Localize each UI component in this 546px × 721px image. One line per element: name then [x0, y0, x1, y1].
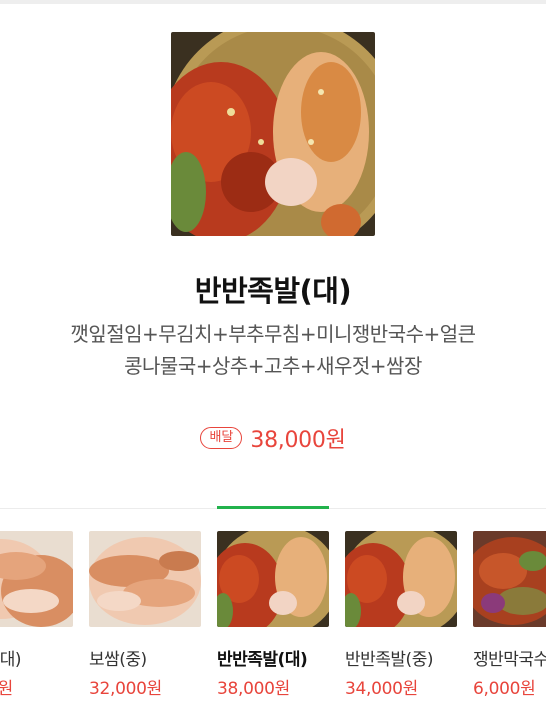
carousel-item-price: 00원 — [0, 679, 13, 699]
carousel-item-price: 32,000원 — [89, 679, 163, 699]
bossam-photo — [0, 531, 73, 627]
menu-carousel[interactable]: (대) 00원 보쌈(중) 32,000원 — [0, 531, 546, 721]
banban-jokbal-photo — [217, 531, 329, 627]
carousel-item-name: 쟁반막국수 — [473, 650, 546, 670]
menu-detail-page: 반반족발(대) 깻잎절임+무김치+부추무침+미니쟁반국수+얼큰 콩나물국+상추+… — [0, 0, 546, 721]
carousel-item-name: 반반족발(중) — [345, 650, 433, 670]
menu-hero-image — [171, 32, 375, 236]
carousel-thumbnail — [345, 531, 457, 627]
carousel-card[interactable]: 보쌈(중) 32,000원 — [89, 531, 201, 699]
carousel-item-name: (대) — [0, 650, 22, 670]
menu-price: 38,000원 — [250, 428, 346, 453]
menu-title: 반반족발(대) — [194, 274, 352, 308]
banban-jokbal-photo — [345, 531, 457, 627]
carousel-card[interactable]: 반반족발(중) 34,000원 — [345, 531, 457, 699]
menu-description-line-1: 깻잎절임+무김치+부추무침+미니쟁반국수+얼큰 — [70, 322, 476, 346]
carousel-thumbnail — [473, 531, 546, 627]
banban-jokbal-photo — [171, 32, 375, 236]
carousel-item-price: 34,000원 — [345, 679, 419, 699]
price-row: 배달 38,000원 — [0, 422, 546, 454]
carousel-item-name: 보쌈(중) — [89, 650, 147, 670]
noodles-photo — [473, 531, 546, 627]
carousel-thumbnail — [89, 531, 201, 627]
delivery-badge: 배달 — [200, 427, 243, 449]
carousel-item-price: 38,000원 — [217, 679, 291, 699]
top-strip — [0, 0, 546, 4]
carousel-item-price: 6,000원 — [473, 679, 536, 699]
carousel-card[interactable]: 쟁반막국수 6,000원 — [473, 531, 546, 699]
bossam-photo — [89, 531, 201, 627]
carousel-card-selected[interactable]: 반반족발(대) 38,000원 — [217, 531, 329, 699]
carousel-card[interactable]: (대) 00원 — [0, 531, 73, 699]
carousel-item-name: 반반족발(대) — [217, 650, 308, 670]
carousel-thumbnail — [217, 531, 329, 627]
carousel-thumbnail — [0, 531, 73, 627]
menu-description: 깻잎절임+무김치+부추무침+미니쟁반국수+얼큰 콩나물국+상추+고추+새우젓+쌈… — [40, 318, 506, 382]
menu-description-line-2: 콩나물국+상추+고추+새우젓+쌈장 — [124, 354, 422, 378]
selected-indicator — [217, 506, 329, 509]
